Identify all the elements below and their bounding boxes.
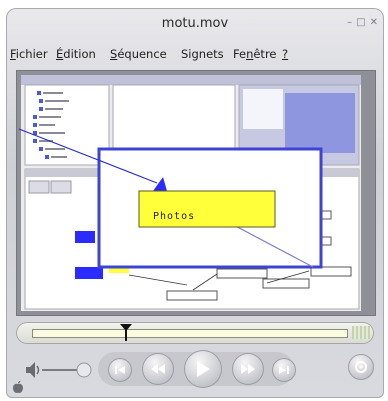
menu-bar: Fichier Édition Séquence Signets Fenêtre… — [6, 44, 384, 64]
timeline-scrubber[interactable] — [16, 322, 374, 344]
photos-node-label: Photos — [153, 211, 196, 222]
menu-fenetre[interactable]: Fenêtre — [233, 47, 277, 61]
fast-forward-button[interactable] — [232, 353, 264, 385]
menu-help[interactable]: ? — [282, 47, 288, 61]
play-button[interactable] — [184, 350, 222, 388]
menu-edition-rest: dition — [63, 47, 96, 61]
close-icon[interactable]: ✕ — [370, 17, 378, 28]
menu-signets[interactable]: Signets — [181, 47, 224, 61]
menu-fenetre-rest: être — [253, 47, 277, 61]
playhead-icon[interactable] — [120, 322, 133, 342]
menu-fenetre-start: Fe — [233, 47, 247, 61]
menu-fichier-rest: ichier — [15, 47, 48, 61]
minimize-icon[interactable]: – — [347, 17, 352, 28]
go-to-start-icon — [115, 366, 125, 374]
blue-pane — [285, 93, 355, 153]
play-icon — [197, 361, 210, 377]
timeline-track[interactable] — [32, 329, 348, 338]
apple-logo-icon[interactable] — [12, 380, 24, 394]
volume-icon[interactable] — [24, 358, 94, 382]
volume-control[interactable] — [24, 358, 94, 386]
menu-help-label: ? — [282, 47, 289, 61]
tree-panel — [24, 84, 110, 166]
go-to-end-button[interactable] — [272, 358, 296, 382]
go-to-end-icon — [279, 366, 289, 374]
rewind-icon — [151, 364, 165, 374]
menu-edition[interactable]: Édition — [56, 47, 96, 61]
diagram-node — [75, 231, 95, 243]
video-frame — [17, 71, 375, 315]
options-button[interactable] — [348, 354, 374, 380]
rewind-button[interactable] — [142, 353, 174, 385]
quicktime-window: motu.mov – □ ✕ Fichier Édition Séquence … — [6, 8, 384, 398]
video-display[interactable]: Photos — [16, 70, 376, 316]
go-to-start-button[interactable] — [108, 358, 132, 382]
menu-fichier[interactable]: Fichier — [10, 47, 48, 61]
window-controls: – □ ✕ — [347, 17, 378, 28]
title-bar[interactable]: motu.mov – □ ✕ — [6, 8, 384, 36]
timeline-end-markers — [352, 326, 370, 339]
menu-sequence-rest: équence — [117, 47, 167, 61]
maximize-icon[interactable]: □ — [356, 17, 365, 28]
fast-forward-icon — [241, 364, 255, 374]
diagram-node — [75, 267, 103, 279]
options-icon — [355, 361, 367, 373]
player-controls — [6, 348, 384, 398]
window-title: motu.mov — [161, 16, 229, 31]
menu-sequence[interactable]: Séquence — [110, 47, 167, 61]
